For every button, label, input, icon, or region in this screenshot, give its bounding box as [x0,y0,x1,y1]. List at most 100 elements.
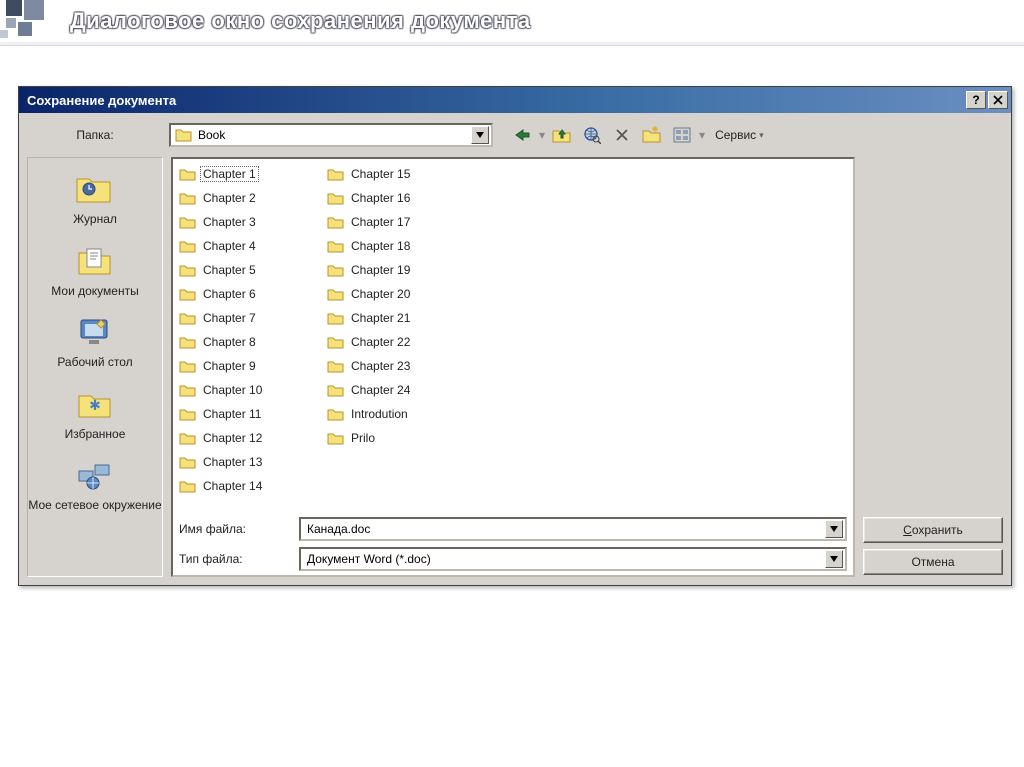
folder-icon [179,334,197,350]
globe-search-icon [583,126,601,144]
folder-icon [327,430,345,446]
list-item[interactable]: Chapter 9 [179,355,299,377]
folder-icon [179,166,197,182]
list-item[interactable]: Chapter 14 [179,475,299,497]
filename-input[interactable]: Канада.doc [299,517,847,541]
search-web-button[interactable] [579,123,605,147]
folder-combo[interactable]: Book [169,123,493,147]
place-my-documents[interactable]: Мои документы [28,238,162,310]
action-buttons: Сохранить Отмена [863,157,1003,577]
folder-label: Папка: [27,128,163,142]
slide-header: Диалоговое окно сохранения документа [0,0,1024,42]
save-dialog: Сохранение документа ? Папка: Book [18,86,1012,586]
folder-icon [327,358,345,374]
folder-icon [179,238,197,254]
close-button[interactable] [988,91,1008,109]
delete-icon [615,128,629,142]
list-item[interactable]: Chapter 6 [179,283,299,305]
folder-icon [327,310,345,326]
help-button[interactable]: ? [966,91,986,109]
network-icon [73,456,117,494]
history-icon [73,170,117,208]
list-item[interactable]: Chapter 3 [179,211,299,233]
list-item[interactable]: Chapter 20 [327,283,447,305]
dropdown-arrow-icon[interactable] [825,550,843,568]
toolbar: ▾ [509,123,770,147]
list-item[interactable]: Chapter 8 [179,331,299,353]
place-favorites[interactable]: ✱ Избранное [28,381,162,453]
slide-underline [0,42,1024,46]
folder-icon [327,334,345,350]
my-documents-icon [73,242,117,280]
up-button[interactable] [549,123,575,147]
folder-icon [179,430,197,446]
svg-text:✱: ✱ [89,397,101,413]
folder-icon [179,454,197,470]
list-item[interactable]: Chapter 11 [179,403,299,425]
close-icon [993,95,1003,105]
tools-menu[interactable]: Сервис ▾ [709,123,770,147]
list-item[interactable]: Chapter 22 [327,331,447,353]
list-item[interactable]: Prilo [327,427,447,449]
folder-up-icon [552,126,572,144]
save-button[interactable]: Сохранить [863,517,1003,543]
place-history[interactable]: Журнал [28,166,162,238]
place-desktop[interactable]: Рабочий стол [28,309,162,381]
folder-icon [179,214,197,230]
list-item[interactable]: Chapter 12 [179,427,299,449]
folder-icon [327,166,345,182]
folder-icon [179,358,197,374]
dropdown-arrow-icon[interactable] [471,126,489,144]
list-item[interactable]: Chapter 13 [179,451,299,473]
list-item[interactable]: Chapter 1 [179,163,299,185]
places-bar: Журнал Мои документы Рабочий стол [27,157,163,577]
list-item[interactable]: Chapter 17 [327,211,447,233]
file-list-pane[interactable]: Chapter 1Chapter 2Chapter 3Chapter 4Chap… [171,157,855,577]
list-item[interactable]: Chapter 10 [179,379,299,401]
filetype-select[interactable]: Документ Word (*.doc) [299,547,847,571]
folder-icon [179,286,197,302]
list-item[interactable]: Chapter 15 [327,163,447,185]
slide-title: Диалоговое окно сохранения документа [70,8,531,34]
folder-icon [179,406,197,422]
list-item[interactable]: Chapter 23 [327,355,447,377]
cancel-button[interactable]: Отмена [863,549,1003,575]
list-item[interactable]: Introdution [327,403,447,425]
back-button[interactable] [509,123,535,147]
folder-icon [179,190,197,206]
filetype-label: Тип файла: [179,552,289,566]
views-button[interactable] [669,123,695,147]
new-folder-icon [642,126,662,144]
list-item[interactable]: Chapter 7 [179,307,299,329]
delete-button[interactable] [609,123,635,147]
folder-icon [327,286,345,302]
dropdown-arrow-icon[interactable] [825,520,843,538]
dialog-title: Сохранение документа [27,93,176,108]
favorites-icon: ✱ [73,385,117,423]
place-network[interactable]: Мое сетевое окружение [28,452,162,524]
folder-icon [327,214,345,230]
titlebar[interactable]: Сохранение документа ? [19,87,1011,113]
save-label-rest: охранить [912,523,963,537]
folder-icon [327,262,345,278]
desktop-icon [73,313,117,351]
slide-decoration [0,0,70,42]
list-item[interactable]: Chapter 24 [327,379,447,401]
list-item[interactable]: Chapter 16 [327,187,447,209]
list-item[interactable]: Chapter 4 [179,235,299,257]
list-item[interactable]: Chapter 18 [327,235,447,257]
folder-icon [327,190,345,206]
views-icon [673,127,691,143]
list-item[interactable]: Chapter 21 [327,307,447,329]
folder-icon [327,238,345,254]
list-item[interactable]: Chapter 19 [327,259,447,281]
arrow-left-icon [513,128,531,142]
folder-icon [175,127,193,143]
list-item[interactable]: Chapter 5 [179,259,299,281]
filename-label: Имя файла: [179,522,289,536]
folder-icon [179,310,197,326]
folder-name: Book [198,128,225,142]
folder-icon [327,382,345,398]
list-item[interactable]: Chapter 2 [179,187,299,209]
new-folder-button[interactable] [639,123,665,147]
